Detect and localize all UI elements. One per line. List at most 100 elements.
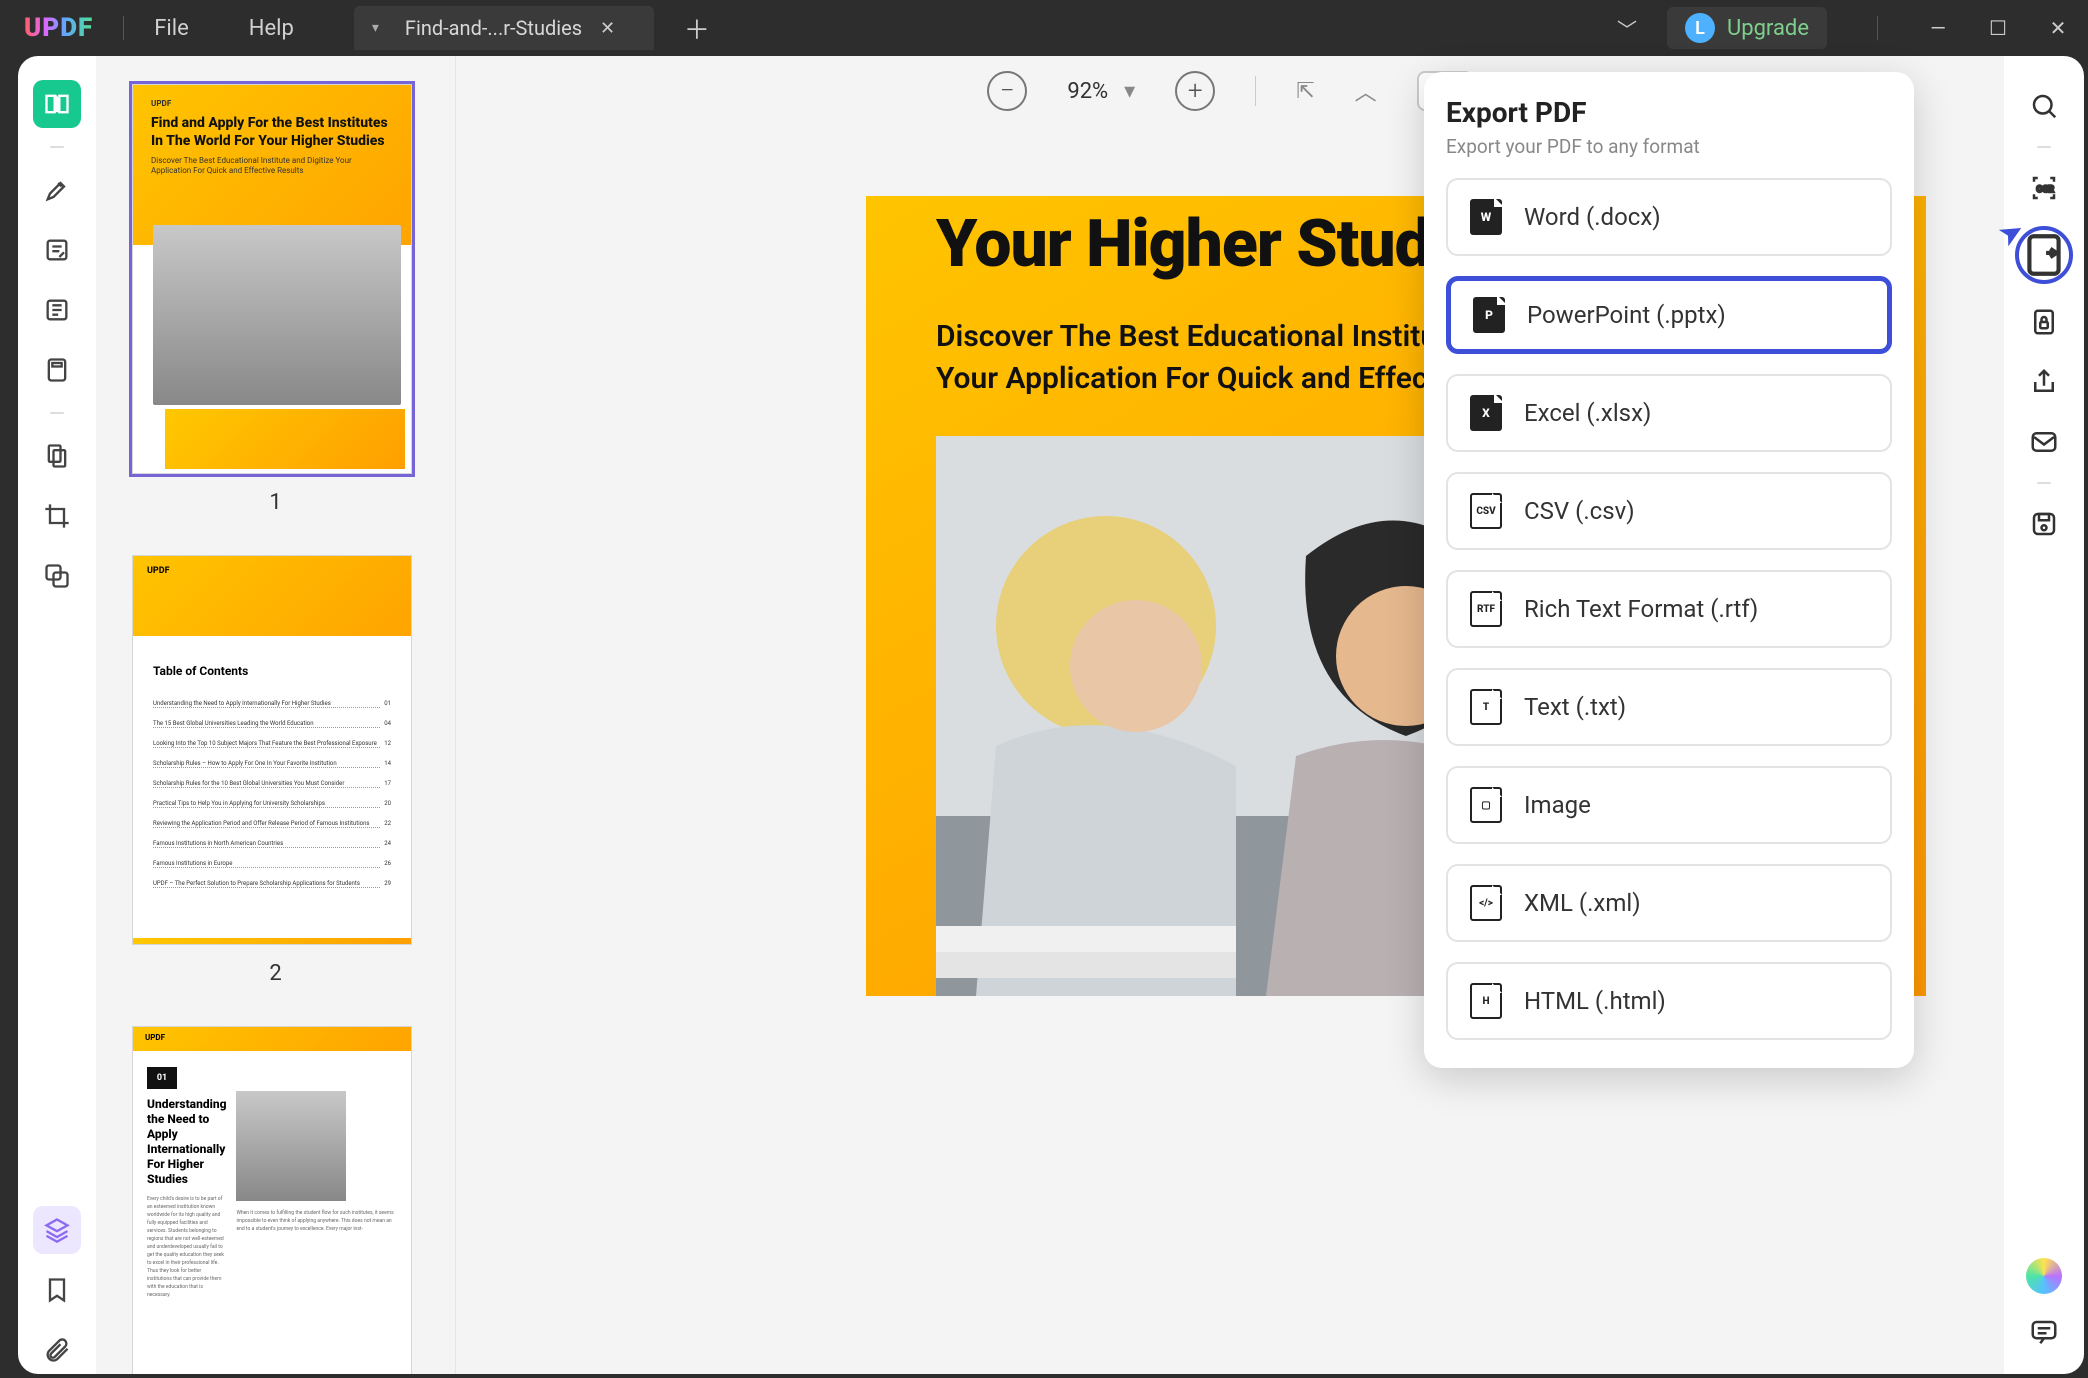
file-type-icon: CSV bbox=[1470, 493, 1502, 529]
zoom-in-button[interactable]: + bbox=[1175, 71, 1215, 111]
toc-heading: Table of Contents bbox=[153, 664, 391, 678]
upgrade-label: Upgrade bbox=[1727, 16, 1809, 41]
export-option-label: HTML (.html) bbox=[1524, 987, 1666, 1015]
attachment-button[interactable] bbox=[33, 1326, 81, 1374]
ai-assistant-button[interactable] bbox=[2026, 1258, 2062, 1294]
comment-button[interactable] bbox=[2022, 1310, 2066, 1354]
thumb-title: Find and Apply For the Best Institutes I… bbox=[151, 115, 393, 150]
export-option-label: Word (.docx) bbox=[1524, 203, 1661, 231]
menu-file[interactable]: File bbox=[154, 16, 189, 41]
toc-row: Scholarship Rules – How to Apply For One… bbox=[153, 760, 391, 768]
toc-row: Practical Tips to Help You in Applying f… bbox=[153, 800, 391, 808]
save-button[interactable] bbox=[2022, 502, 2066, 546]
upgrade-button[interactable]: L Upgrade bbox=[1667, 7, 1827, 49]
export-option-label: XML (.xml) bbox=[1524, 889, 1641, 917]
toc-row: Scholarship Rules for the 10 Best Global… bbox=[153, 780, 391, 788]
titlebar-more-icon[interactable]: ﹀ bbox=[1617, 14, 1637, 43]
tab-title: Find-and-...r-Studies bbox=[405, 16, 582, 40]
popover-title: Export PDF bbox=[1446, 96, 1892, 129]
popover-subtitle: Export your PDF to any format bbox=[1446, 135, 1892, 158]
left-rail bbox=[18, 56, 96, 1374]
menu-help[interactable]: Help bbox=[249, 16, 294, 41]
chapter-chip: 01 bbox=[147, 1067, 177, 1089]
export-option-0[interactable]: W Word (.docx) bbox=[1446, 178, 1892, 256]
share-button[interactable] bbox=[2022, 360, 2066, 404]
zoom-value: 92% bbox=[1067, 79, 1108, 104]
search-button[interactable] bbox=[2022, 84, 2066, 128]
user-avatar: L bbox=[1685, 13, 1715, 43]
export-option-8[interactable]: H HTML (.html) bbox=[1446, 962, 1892, 1040]
page-tools-button[interactable] bbox=[33, 286, 81, 334]
titlebar: UPDF File Help ▾ Find-and-...r-Studies ✕… bbox=[0, 0, 2088, 56]
toc-row: Famous Institutions in Europe26 bbox=[153, 860, 391, 868]
edit-text-button[interactable] bbox=[33, 226, 81, 274]
file-type-icon: H bbox=[1470, 983, 1502, 1019]
highlight-tool-button[interactable] bbox=[33, 166, 81, 214]
batch-tool-button[interactable] bbox=[33, 552, 81, 600]
export-option-5[interactable]: T Text (.txt) bbox=[1446, 668, 1892, 746]
file-type-icon: </> bbox=[1470, 885, 1502, 921]
toc-row: UPDF – The Perfect Solution to Prepare S… bbox=[153, 880, 391, 888]
window-close-icon[interactable]: ✕ bbox=[2028, 16, 2088, 40]
file-type-icon: W bbox=[1470, 199, 1502, 235]
thumb-number-1: 1 bbox=[132, 490, 419, 515]
export-option-label: Excel (.xlsx) bbox=[1524, 399, 1651, 427]
toc-row: Famous Institutions in North American Co… bbox=[153, 840, 391, 848]
export-option-label: PowerPoint (.pptx) bbox=[1527, 301, 1726, 329]
crop-tool-button[interactable] bbox=[33, 492, 81, 540]
thumb-hero-image bbox=[153, 225, 401, 405]
bookmark-button[interactable] bbox=[33, 1266, 81, 1314]
reader-mode-button[interactable] bbox=[33, 80, 81, 128]
prev-page-button[interactable]: ︿ bbox=[1355, 75, 1377, 107]
thumbnail-page-2[interactable]: UPDF Table of Contents Understanding the… bbox=[132, 555, 412, 945]
chapter-image bbox=[236, 1091, 346, 1201]
page-subheading: Discover The Best Educational Institute … bbox=[936, 316, 1476, 400]
ocr-button[interactable]: OCR bbox=[2022, 166, 2066, 210]
document-tab[interactable]: ▾ Find-and-...r-Studies ✕ bbox=[354, 6, 654, 50]
toc-row: The 15 Best Global Universities Leading … bbox=[153, 720, 391, 728]
thumb-logo: UPDF bbox=[151, 100, 369, 109]
main-panel: UPDF Find and Apply For the Best Institu… bbox=[18, 56, 2084, 1374]
thumb-number-2: 2 bbox=[132, 961, 419, 986]
zoom-dropdown-icon[interactable]: ▾ bbox=[1124, 79, 1135, 104]
toc-row: Reviewing the Application Period and Off… bbox=[153, 820, 391, 828]
tab-dropdown-icon[interactable]: ▾ bbox=[372, 20, 379, 36]
new-tab-button[interactable]: ＋ bbox=[684, 10, 710, 47]
export-pdf-button[interactable]: ➤ bbox=[2015, 226, 2073, 284]
file-type-icon: X bbox=[1470, 395, 1502, 431]
protect-button[interactable] bbox=[2022, 300, 2066, 344]
export-popover: Export PDF Export your PDF to any format… bbox=[1424, 72, 1914, 1068]
first-page-button[interactable]: ⇱ bbox=[1296, 79, 1314, 104]
svg-text:OCR: OCR bbox=[2037, 185, 2055, 195]
chapter-heading: Understanding the Need to Apply Internat… bbox=[147, 1097, 226, 1187]
export-option-6[interactable]: ▢ Image bbox=[1446, 766, 1892, 844]
export-option-label: Rich Text Format (.rtf) bbox=[1524, 595, 1758, 623]
document-viewer: − 92% ▾ + ⇱ ︿ Your Higher Studies Discov… bbox=[456, 56, 2004, 1374]
layers-button[interactable] bbox=[33, 1206, 81, 1254]
export-option-7[interactable]: </> XML (.xml) bbox=[1446, 864, 1892, 942]
file-type-icon: RTF bbox=[1470, 591, 1502, 627]
thumbnail-page-1[interactable]: UPDF Find and Apply For the Best Institu… bbox=[132, 84, 412, 474]
export-option-1[interactable]: P PowerPoint (.pptx) bbox=[1446, 276, 1892, 354]
export-option-label: Image bbox=[1524, 791, 1591, 819]
thumb-subtitle: Discover The Best Educational Institute … bbox=[151, 156, 393, 177]
export-option-label: Text (.txt) bbox=[1524, 693, 1626, 721]
window-minimize-icon[interactable]: — bbox=[1908, 16, 1968, 40]
app-logo: UPDF bbox=[24, 13, 93, 43]
file-type-icon: T bbox=[1470, 689, 1502, 725]
form-tool-button[interactable] bbox=[33, 346, 81, 394]
window-maximize-icon[interactable]: ☐ bbox=[1968, 16, 2028, 40]
toc-row: Understanding the Need to Apply Internat… bbox=[153, 700, 391, 708]
toc-row: Looking Into the Top 10 Subject Majors T… bbox=[153, 740, 391, 748]
zoom-out-button[interactable]: − bbox=[987, 71, 1027, 111]
thumbnail-panel: UPDF Find and Apply For the Best Institu… bbox=[96, 56, 456, 1374]
export-option-2[interactable]: X Excel (.xlsx) bbox=[1446, 374, 1892, 452]
email-button[interactable] bbox=[2022, 420, 2066, 464]
organize-pages-button[interactable] bbox=[33, 432, 81, 480]
tab-close-icon[interactable]: ✕ bbox=[600, 18, 615, 39]
file-type-icon: P bbox=[1473, 297, 1505, 333]
export-option-4[interactable]: RTF Rich Text Format (.rtf) bbox=[1446, 570, 1892, 648]
export-option-3[interactable]: CSVCSV (.csv) bbox=[1446, 472, 1892, 550]
file-type-icon: ▢ bbox=[1470, 787, 1502, 823]
thumbnail-page-3[interactable]: UPDF 01 Understanding the Need to Apply … bbox=[132, 1026, 412, 1374]
